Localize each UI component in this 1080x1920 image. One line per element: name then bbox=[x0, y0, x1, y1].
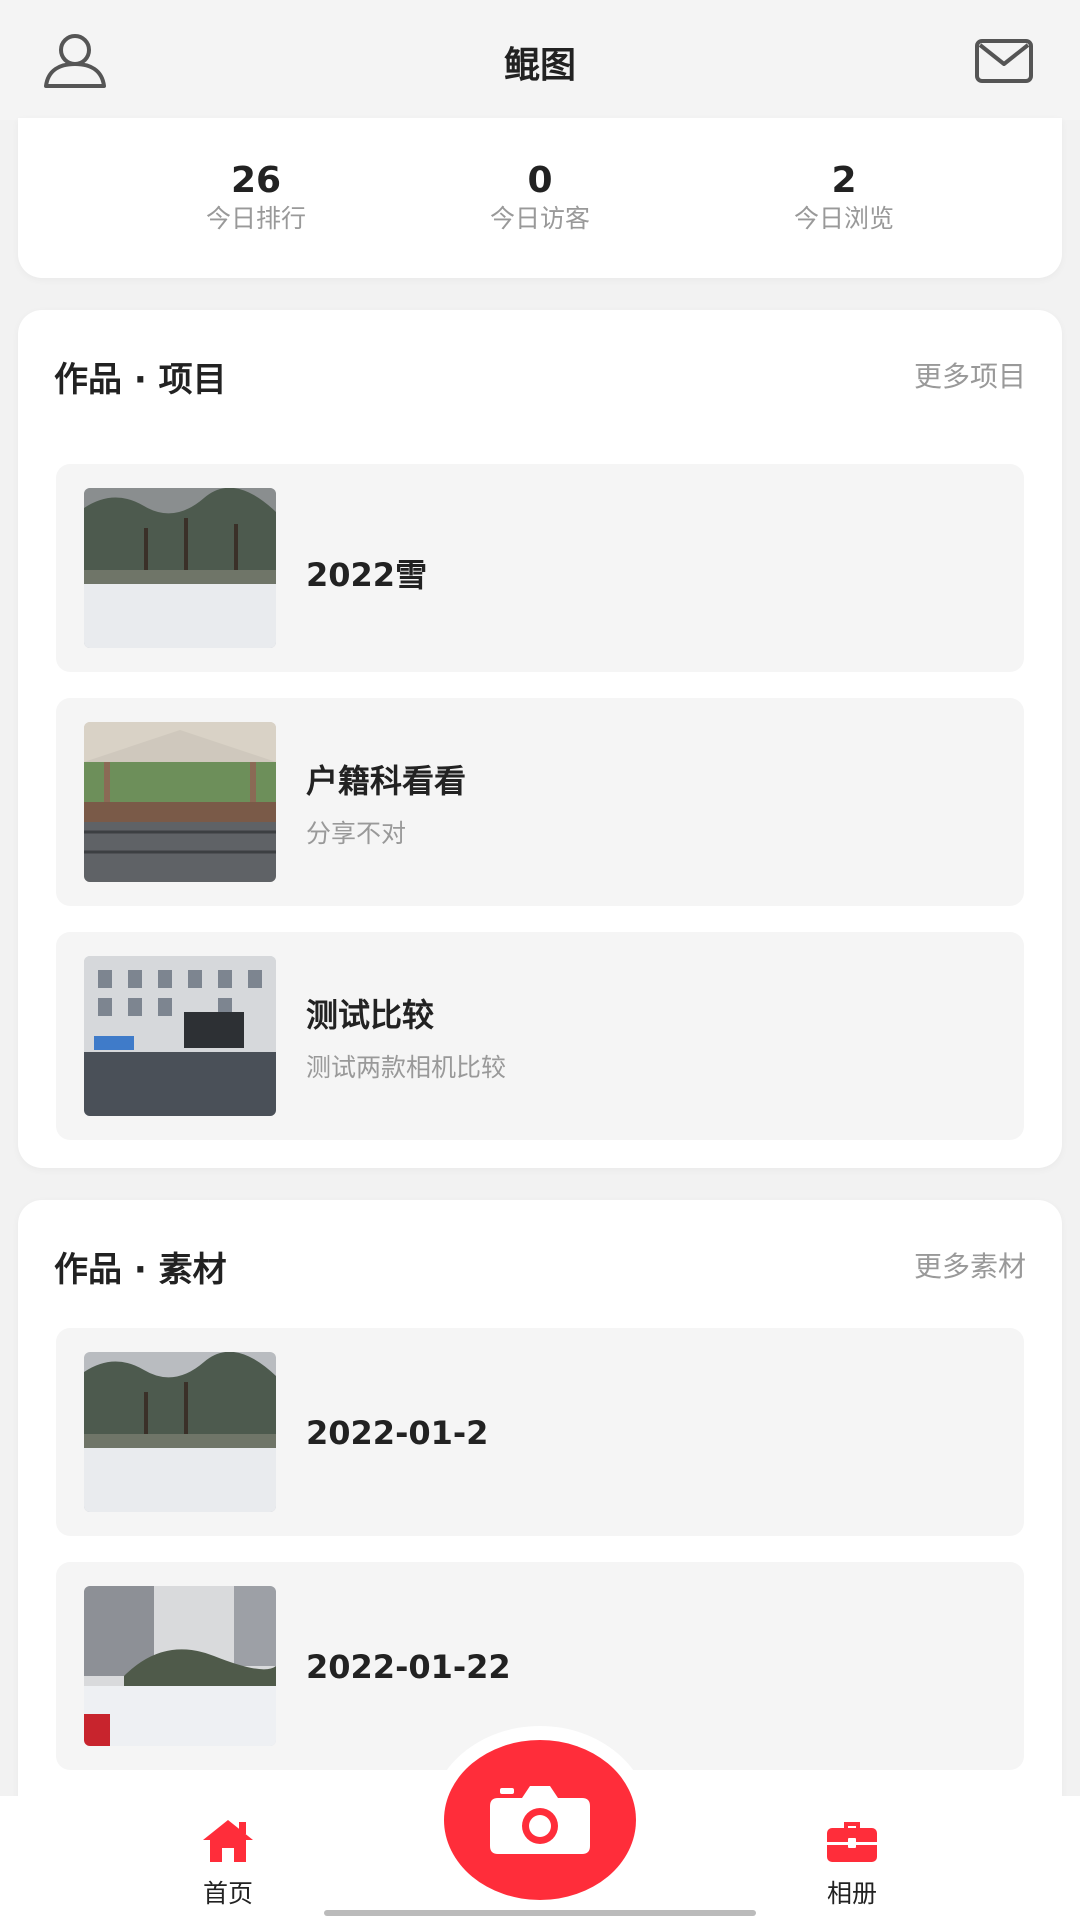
nav-album[interactable]: 相册 bbox=[772, 1818, 932, 1910]
section-title: 作品 · 素材 bbox=[54, 1250, 227, 1290]
top-bar: 鲲图 bbox=[0, 0, 1080, 120]
project-thumbnail bbox=[84, 956, 276, 1116]
material-name: 2022-01-22 bbox=[306, 1648, 511, 1686]
camera-button[interactable] bbox=[444, 1740, 636, 1900]
project-name: 测试比较 bbox=[306, 996, 435, 1034]
stat-value: 0 bbox=[527, 160, 553, 201]
project-item[interactable]: 2022雪 bbox=[56, 464, 1024, 672]
stat-label: 今日浏览 bbox=[793, 204, 894, 233]
project-item[interactable]: 测试比较 测试两款相机比较 bbox=[56, 932, 1024, 1140]
stat-value: 26 bbox=[230, 160, 282, 201]
project-thumbnail bbox=[84, 488, 276, 648]
material-thumbnail bbox=[84, 1586, 276, 1746]
projects-card: 作品 · 项目 更多项目 2022雪 户籍科看看 分享不对 测试比较 测试两款相… bbox=[18, 310, 1062, 1168]
stat-label: 今日访客 bbox=[489, 204, 590, 233]
camera-icon bbox=[490, 1786, 590, 1854]
stat-label: 今日排行 bbox=[205, 204, 306, 233]
stat-value: 2 bbox=[831, 160, 857, 201]
material-thumbnail bbox=[84, 1352, 276, 1512]
project-name: 2022雪 bbox=[306, 556, 428, 594]
project-description: 测试两款相机比较 bbox=[306, 1053, 507, 1082]
nav-home-label: 首页 bbox=[202, 1879, 253, 1908]
more-materials-link[interactable]: 更多素材 bbox=[914, 1245, 1026, 1285]
material-item[interactable]: 2022-01-2 bbox=[56, 1328, 1024, 1536]
home-indicator bbox=[324, 1910, 756, 1916]
mail-button[interactable] bbox=[974, 38, 1034, 84]
project-description: 分享不对 bbox=[306, 819, 407, 848]
stat-visitors[interactable]: 0 今日访客 bbox=[420, 160, 660, 236]
stat-views[interactable]: 2 今日浏览 bbox=[724, 160, 964, 236]
project-item[interactable]: 户籍科看看 分享不对 bbox=[56, 698, 1024, 906]
section-title: 作品 · 项目 bbox=[54, 360, 227, 400]
nav-home[interactable]: 首页 bbox=[148, 1818, 308, 1910]
project-name: 户籍科看看 bbox=[306, 762, 467, 800]
mail-icon bbox=[975, 39, 1033, 83]
project-thumbnail bbox=[84, 722, 276, 882]
more-projects-link[interactable]: 更多项目 bbox=[914, 355, 1026, 395]
briefcase-icon bbox=[827, 1822, 877, 1862]
nav-album-label: 相册 bbox=[826, 1879, 877, 1908]
page-title: 鲲图 bbox=[503, 45, 576, 86]
stats-card: 26 今日排行 0 今日访客 2 今日浏览 bbox=[18, 118, 1062, 278]
material-name: 2022-01-2 bbox=[306, 1414, 489, 1452]
stat-rank[interactable]: 26 今日排行 bbox=[136, 160, 376, 236]
material-item[interactable]: 2022-01-22 bbox=[56, 1562, 1024, 1770]
home-icon bbox=[203, 1820, 253, 1862]
